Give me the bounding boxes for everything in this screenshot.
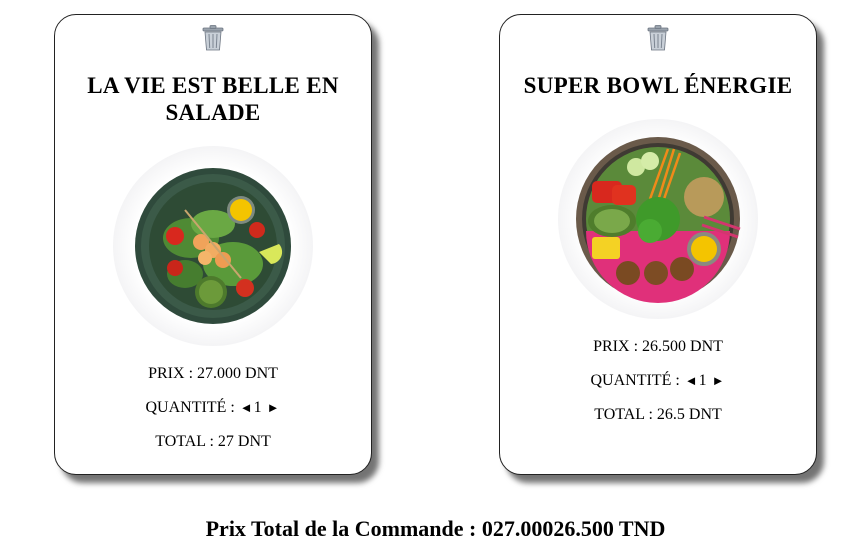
order-total: Prix Total de la Commande : 027.00026.50… bbox=[205, 516, 666, 541]
quantity-value: 1 bbox=[698, 372, 707, 389]
quantity-row: QUANTITÉ : ◄1 ► bbox=[500, 371, 816, 391]
product-title: SUPER BOWL ÉNERGIE bbox=[523, 73, 793, 98]
product-price: PRIX : 27.000 DNT bbox=[148, 365, 278, 382]
product-card: LA VIE EST BELLE EN SALADE PRIX: 27.000… bbox=[54, 14, 372, 475]
product-card: SUPER BOWL ÉNERGIE PRIX: 26.500 DNT QUA… bbox=[499, 14, 817, 475]
trash-icon[interactable] bbox=[200, 24, 226, 52]
increase-quantity-button[interactable]: ► bbox=[266, 398, 281, 418]
cart-page: LA VIE EST BELLE EN SALADE PRIX: 27.000… bbox=[0, 0, 853, 555]
poke-bowl-image bbox=[558, 119, 758, 319]
quantity-value: 1 bbox=[253, 399, 262, 416]
trash-icon[interactable] bbox=[645, 24, 671, 52]
product-total: TOTAL : 26.5 DNT bbox=[594, 406, 722, 423]
quantity-label: QUANTITÉ : bbox=[590, 372, 680, 389]
decrease-quantity-button[interactable]: ◄ bbox=[684, 371, 699, 391]
product-price: PRIX : 26.500 DNT bbox=[593, 338, 723, 355]
quantity-row: QUANTITÉ : ◄1 ► bbox=[55, 398, 371, 418]
decrease-quantity-button[interactable]: ◄ bbox=[239, 398, 254, 418]
product-title: LA VIE EST BELLE EN SALADE bbox=[87, 73, 339, 125]
increase-quantity-button[interactable]: ► bbox=[711, 371, 726, 391]
product-total: TOTAL : 27 DNT bbox=[155, 433, 271, 450]
salad-bowl-image bbox=[113, 146, 313, 346]
quantity-label: QUANTITÉ : bbox=[145, 399, 235, 416]
